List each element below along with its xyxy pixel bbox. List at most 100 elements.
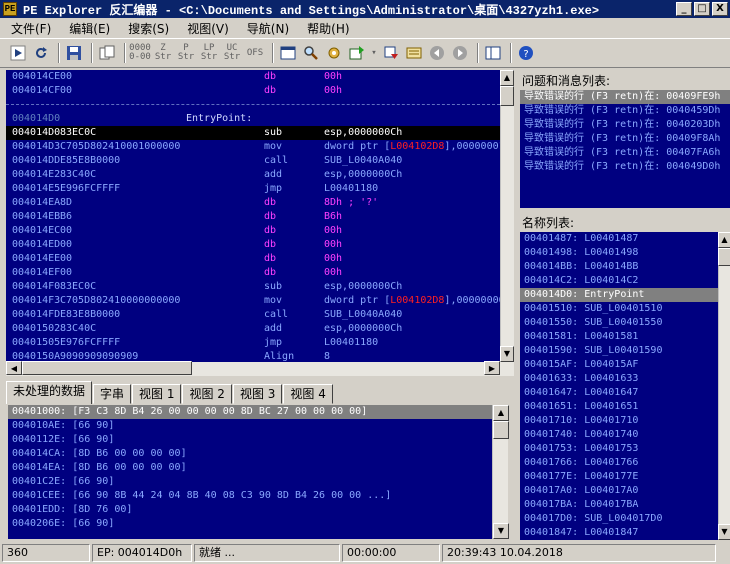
names-vscroll[interactable]: ▲ ▼ bbox=[718, 232, 730, 540]
disasm-row[interactable] bbox=[6, 104, 500, 112]
raw-data-row[interactable]: 00401C2E: [66 90] bbox=[8, 475, 492, 489]
minimize-button[interactable]: _ bbox=[676, 2, 692, 16]
name-item[interactable]: 004017D0: SUB_L004017D0 bbox=[520, 512, 718, 526]
scroll-left-arrow-icon[interactable]: ◀ bbox=[6, 361, 22, 375]
name-item[interactable]: 00401550: SUB_L00401550 bbox=[520, 316, 718, 330]
menu-help[interactable]: 帮助(H) bbox=[296, 20, 356, 37]
operand-reference[interactable]: L004102D8 bbox=[390, 141, 444, 152]
zstr-icon[interactable]: Z Str bbox=[153, 43, 173, 63]
tab-view-3[interactable]: 视图 3 bbox=[232, 384, 283, 404]
menu-view[interactable]: 视图(V) bbox=[176, 20, 236, 37]
problem-item[interactable]: 导致错误的行 (F3 retn)在: 0040203Dh bbox=[520, 118, 730, 132]
disasm-row[interactable]: 004014D0 83EC0C sub esp,0000000Ch bbox=[6, 126, 500, 140]
name-item[interactable]: 004017A0: L004017A0 bbox=[520, 484, 718, 498]
name-item[interactable]: 004015AF: L004015AF bbox=[520, 358, 718, 372]
name-item[interactable]: 0040177E: L0040177E bbox=[520, 470, 718, 484]
scroll-thumb[interactable] bbox=[22, 361, 192, 375]
tab-view-2[interactable]: 视图 2 bbox=[182, 384, 232, 404]
name-item[interactable]: 00401510: SUB_L00401510 bbox=[520, 302, 718, 316]
disasm-row[interactable]: 004014E5 E996FCFFFF jmp L00401180 bbox=[6, 182, 500, 196]
disasm-row[interactable]: 00401502 83C40C add esp,0000000Ch bbox=[6, 322, 500, 336]
help-icon[interactable]: ? bbox=[516, 43, 536, 63]
settings-icon[interactable] bbox=[324, 43, 344, 63]
name-item[interactable]: 00401590: SUB_L00401590 bbox=[520, 344, 718, 358]
maximize-button[interactable]: □ bbox=[694, 2, 710, 16]
save-icon[interactable] bbox=[64, 43, 84, 63]
tab-view-4[interactable]: 视图 4 bbox=[283, 384, 333, 404]
jump-icon[interactable] bbox=[381, 43, 401, 63]
name-item[interactable]: 004014D0: EntryPoint bbox=[520, 288, 718, 302]
name-item[interactable]: 004014BB: L004014BB bbox=[520, 260, 718, 274]
operand-reference[interactable]: L004102D8 bbox=[390, 295, 444, 306]
name-item[interactable]: 00401581: L00401581 bbox=[520, 330, 718, 344]
disasm-row[interactable]: 004014EC 00 db 00h bbox=[6, 224, 500, 238]
window-icon[interactable] bbox=[278, 43, 298, 63]
raw-data-pane[interactable]: 00401000: [F3 C3 8D B4 26 00 00 00 00 8D… bbox=[8, 405, 492, 539]
scroll-thumb[interactable] bbox=[493, 421, 509, 439]
refresh-icon[interactable] bbox=[31, 43, 51, 63]
disasm-row[interactable]: 004014EF 00 db 00h bbox=[6, 266, 500, 280]
disasm-row[interactable]: 004014F0 83EC0C sub esp,0000000Ch bbox=[6, 280, 500, 294]
raw-data-row[interactable]: 00401EDD: [8D 76 00] bbox=[8, 503, 492, 517]
disasm-row[interactable]: 004014EA 8D db 8Dh ; '?' bbox=[6, 196, 500, 210]
layout-icon[interactable] bbox=[483, 43, 503, 63]
problem-item[interactable]: 导致错误的行 (F3 retn)在: 00409F8Ah bbox=[520, 132, 730, 146]
disasm-row[interactable]: 004014CE 00 db 00h bbox=[6, 70, 500, 84]
tab-raw-data[interactable]: 未处理的数据 bbox=[6, 381, 93, 404]
disasm-row[interactable]: 004014ED 00 db 00h bbox=[6, 238, 500, 252]
name-item[interactable]: 00401847: L00401847 bbox=[520, 526, 718, 540]
raw-data-row[interactable]: 004010AE: [66 90] bbox=[8, 419, 492, 433]
disasm-row[interactable]: 00401505 E976FCFFFF jmp L00401180 bbox=[6, 336, 500, 350]
scroll-up-arrow-icon[interactable]: ▲ bbox=[493, 405, 509, 421]
ofs-icon[interactable]: OFS bbox=[245, 43, 265, 63]
disasm-row[interactable]: 004014E2 83C40C add esp,0000000Ch bbox=[6, 168, 500, 182]
export-icon[interactable] bbox=[347, 43, 367, 63]
raw-data-row[interactable]: 0040112E: [66 90] bbox=[8, 433, 492, 447]
scroll-thumb[interactable] bbox=[500, 86, 514, 106]
disasm-row[interactable]: 004014FD E83E8B0000 call SUB_L0040A040 bbox=[6, 308, 500, 322]
forward-icon[interactable] bbox=[450, 43, 470, 63]
name-item[interactable]: 00401487: L00401487 bbox=[520, 232, 718, 246]
problems-list[interactable]: 导致错误的行 (F3 retn)在: 00409FE9h 导致错误的行 (F3 r… bbox=[520, 90, 730, 208]
name-item[interactable]: 00401498: L00401498 bbox=[520, 246, 718, 260]
scroll-down-arrow-icon[interactable]: ▼ bbox=[500, 346, 514, 362]
disasm-row[interactable]: 004014D0 EntryPoint: bbox=[6, 112, 500, 126]
name-item[interactable]: 00401647: L00401647 bbox=[520, 386, 718, 400]
menu-navigate[interactable]: 导航(N) bbox=[236, 20, 296, 37]
name-item[interactable]: 00401710: L00401710 bbox=[520, 414, 718, 428]
raw-data-row[interactable]: 00401CEE: [66 90 8B 44 24 04 8B 40 08 C3… bbox=[8, 489, 492, 503]
offset-format-icon[interactable]: 0000 0-00 bbox=[129, 43, 151, 63]
disassembly-vscroll[interactable]: ▲ ▼ bbox=[500, 70, 514, 362]
menu-search[interactable]: 搜索(S) bbox=[117, 20, 176, 37]
menu-file[interactable]: 文件(F) bbox=[0, 20, 58, 37]
problem-item[interactable]: 导致错误的行 (F3 retn)在: 0040459Dh bbox=[520, 104, 730, 118]
raw-data-row[interactable]: 00401000: [F3 C3 8D B4 26 00 00 00 00 8D… bbox=[8, 405, 492, 419]
disasm-row[interactable]: 004014CF 00 db 00h bbox=[6, 84, 500, 98]
scroll-down-arrow-icon[interactable]: ▼ bbox=[718, 524, 730, 540]
name-item[interactable]: 00401753: L00401753 bbox=[520, 442, 718, 456]
scroll-up-arrow-icon[interactable]: ▲ bbox=[500, 70, 514, 86]
close-button[interactable]: X bbox=[712, 2, 728, 16]
back-icon[interactable] bbox=[427, 43, 447, 63]
problem-item[interactable]: 导致错误的行 (F3 retn)在: 004049D0h bbox=[520, 160, 730, 174]
tab-view-1[interactable]: 视图 1 bbox=[132, 384, 182, 404]
problem-item[interactable]: 导致错误的行 (F3 retn)在: 00407FA6h bbox=[520, 146, 730, 160]
ucstr-icon[interactable]: UC Str bbox=[222, 43, 242, 63]
scroll-right-arrow-icon[interactable]: ▶ bbox=[484, 361, 500, 375]
name-item[interactable]: 00401651: L00401651 bbox=[520, 400, 718, 414]
tab-strings[interactable]: 字串 bbox=[93, 384, 132, 404]
raw-vscroll[interactable]: ▲ ▼ bbox=[492, 405, 509, 539]
name-item[interactable]: 004014C2: L004014C2 bbox=[520, 274, 718, 288]
disasm-row[interactable]: 004014DD E85E8B0000 call SUB_L0040A040 bbox=[6, 154, 500, 168]
menu-edit[interactable]: 编辑(E) bbox=[58, 20, 117, 37]
name-item[interactable]: 00401740: L00401740 bbox=[520, 428, 718, 442]
lpstr-icon[interactable]: LP Str bbox=[199, 43, 219, 63]
scroll-up-arrow-icon[interactable]: ▲ bbox=[718, 232, 730, 248]
raw-data-row[interactable]: 004014CA: [8D B6 00 00 00 00] bbox=[8, 447, 492, 461]
name-item[interactable]: 00401766: L00401766 bbox=[520, 456, 718, 470]
disasm-row[interactable]: 004014F3 C705D802410000000000 mov dword ptr… bbox=[6, 294, 500, 308]
disasm-row[interactable]: 004014EB B6 db B6h bbox=[6, 210, 500, 224]
names-list[interactable]: 00401487: L00401487 00401498: L00401498 00… bbox=[520, 232, 718, 540]
copy-icon[interactable] bbox=[97, 43, 117, 63]
play-icon[interactable] bbox=[8, 43, 28, 63]
